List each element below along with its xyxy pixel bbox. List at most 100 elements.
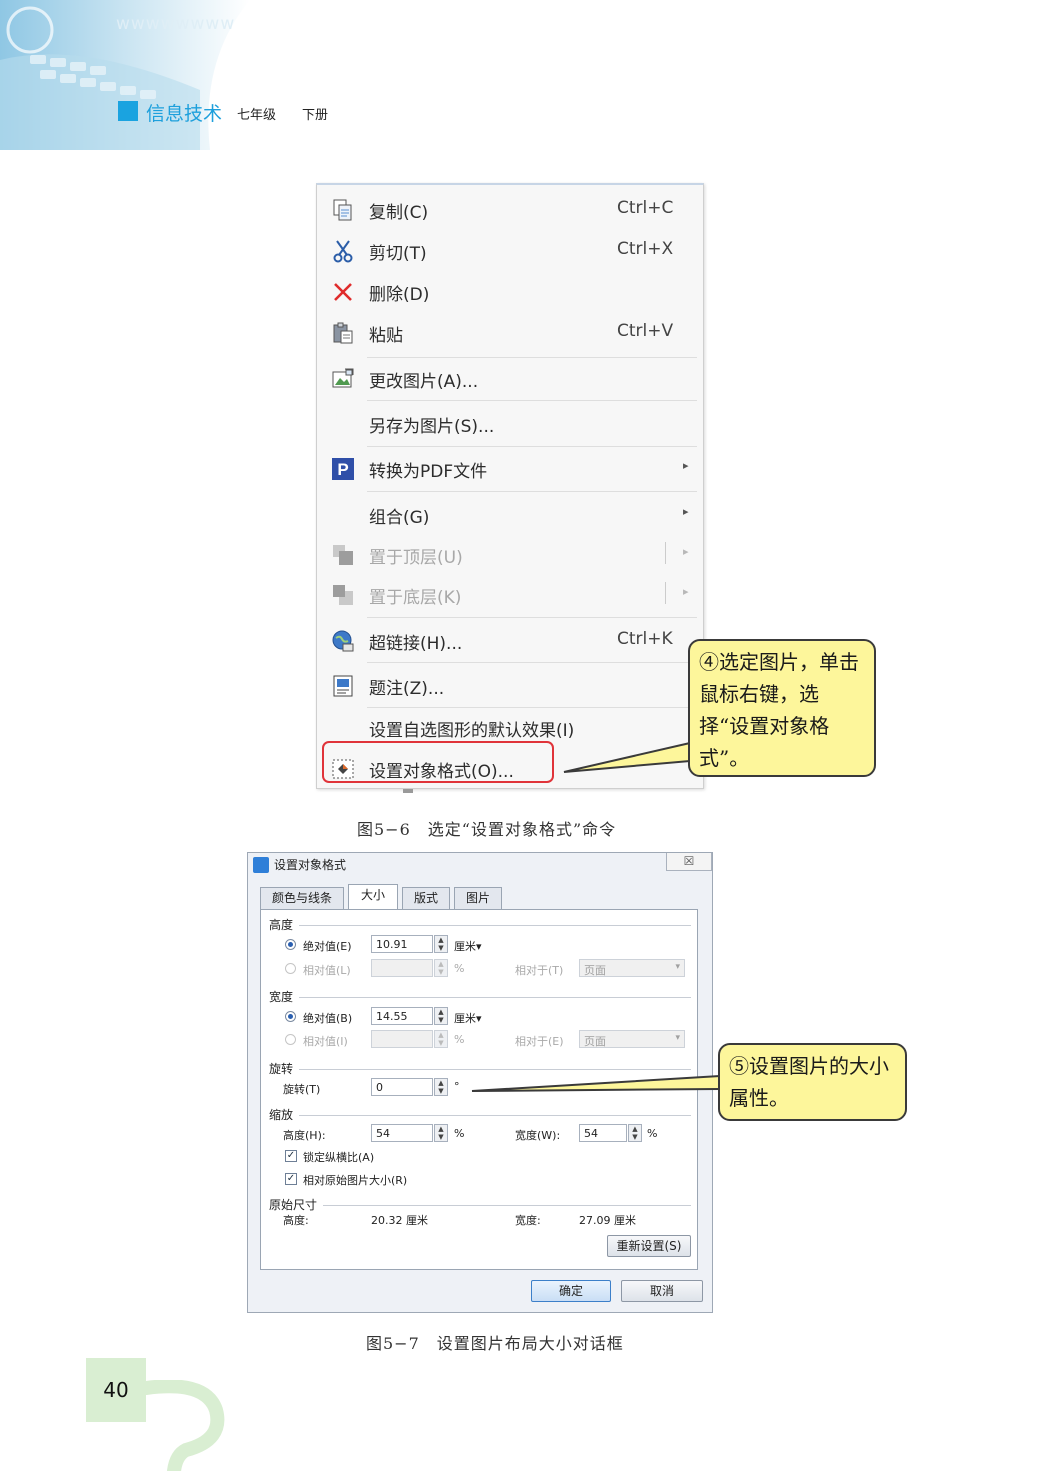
tab-color-and-lines[interactable]: 颜色与线条 bbox=[260, 887, 344, 909]
menu-separator bbox=[367, 400, 697, 401]
width-absolute-input[interactable]: 14.55 bbox=[371, 1007, 433, 1025]
scale-width-label: 宽度(W): bbox=[515, 1129, 561, 1142]
group-label-height: 高度 bbox=[269, 918, 294, 932]
menu-item-change-picture[interactable]: 更改图片(A)... bbox=[317, 359, 703, 397]
unit-dropdown[interactable]: 厘米▾ bbox=[454, 1010, 482, 1026]
cancel-button[interactable]: 取消 bbox=[621, 1280, 703, 1302]
radio-width-relative bbox=[285, 1034, 296, 1045]
menu-item-caption[interactable]: 题注(Z)... bbox=[317, 666, 703, 704]
header-banner-text: wwwwwwww bbox=[116, 14, 236, 34]
height-spinner[interactable]: ▲ ▼ bbox=[434, 935, 448, 953]
submenu-arrow-icon: ▸ bbox=[683, 459, 689, 472]
menu-item-label: 题注(Z)... bbox=[369, 679, 445, 699]
callout-step-4: ④选定图片，单击鼠标右键，选择“设置对象格式”。 bbox=[688, 639, 876, 777]
svg-text:P: P bbox=[337, 460, 348, 479]
rotate-spinner[interactable]: ▲ ▼ bbox=[434, 1078, 448, 1096]
context-menu: 复制(C) Ctrl+C 剪切(T) Ctrl+X 删除(D) 粘贴 Ctrl+… bbox=[316, 183, 704, 793]
checkbox-label: 锁定纵横比(A) bbox=[303, 1151, 375, 1164]
menu-item-label: 删除(D) bbox=[369, 285, 430, 305]
group-divider bbox=[299, 925, 691, 926]
original-height-value: 20.32 厘米 bbox=[371, 1214, 428, 1227]
tab-layout[interactable]: 版式 bbox=[402, 887, 450, 909]
highlight-box bbox=[322, 741, 554, 783]
rotate-input[interactable]: 0 bbox=[371, 1078, 433, 1096]
menu-item-label: 置于顶层(U) bbox=[369, 548, 463, 568]
radio-height-absolute[interactable] bbox=[285, 939, 296, 950]
menu-resize-grip bbox=[403, 789, 413, 793]
height-absolute-input[interactable]: 10.91 bbox=[371, 935, 433, 953]
relative-original-checkbox[interactable]: ✓ bbox=[285, 1173, 297, 1185]
menu-item-hyperlink[interactable]: 超链接(H)... Ctrl+K bbox=[317, 621, 703, 659]
wps-writer-icon bbox=[253, 857, 269, 873]
tab-size[interactable]: 大小 bbox=[348, 884, 398, 910]
menu-item-copy[interactable]: 复制(C) Ctrl+C bbox=[317, 190, 703, 228]
radio-label: 绝对值(B) bbox=[303, 1012, 353, 1025]
scale-width-spinner[interactable]: ▲ ▼ bbox=[628, 1124, 642, 1142]
page-number: 40 bbox=[86, 1358, 146, 1422]
relative-to-label: 相对于(E) bbox=[515, 1035, 564, 1048]
group-label-rotate: 旋转 bbox=[269, 1062, 294, 1076]
send-to-back-icon bbox=[333, 585, 353, 605]
percent-unit: % bbox=[454, 1033, 465, 1046]
menu-split-divider bbox=[665, 582, 666, 604]
rotate-label: 旋转(T) bbox=[283, 1083, 321, 1096]
scale-height-input[interactable]: 54 bbox=[371, 1124, 433, 1142]
select-value: 页面 bbox=[584, 964, 606, 977]
group-label-original: 原始尺寸 bbox=[269, 1198, 318, 1212]
spinner-disabled: ▲ ▼ bbox=[434, 959, 448, 977]
dialog-title: 设置对象格式 bbox=[274, 858, 347, 872]
chevron-down-icon: ▾ bbox=[675, 962, 680, 972]
figure-caption-5-7: 图5−7 设置图片布局大小对话框 bbox=[366, 1334, 624, 1353]
lock-aspect-checkbox[interactable]: ✓ bbox=[285, 1150, 297, 1162]
figure-caption-5-6: 图5−6 选定“设置对象格式”命令 bbox=[357, 820, 617, 839]
percent-unit: % bbox=[647, 1127, 658, 1140]
menu-item-bring-to-front: 置于顶层(U) ▸ bbox=[317, 535, 703, 573]
group-divider bbox=[299, 997, 691, 998]
callout-step-5: ⑤设置图片的大小属性。 bbox=[718, 1043, 907, 1121]
original-width-label: 宽度: bbox=[515, 1214, 541, 1227]
menu-item-group[interactable]: 组合(G) ▸ bbox=[317, 495, 703, 533]
unit-dropdown[interactable]: 厘米▾ bbox=[454, 938, 482, 954]
ok-button[interactable]: 确定 bbox=[531, 1280, 611, 1302]
menu-separator bbox=[367, 662, 697, 663]
menu-item-shortcut: Ctrl+V bbox=[617, 321, 674, 341]
original-width-value: 27.09 厘米 bbox=[579, 1214, 636, 1227]
menu-item-convert-pdf[interactable]: P 转换为PDF文件 ▸ bbox=[317, 449, 703, 487]
menu-separator bbox=[367, 446, 697, 447]
pdf-p-icon: P bbox=[332, 458, 354, 480]
menu-item-cut[interactable]: 剪切(T) Ctrl+X bbox=[317, 231, 703, 269]
hyperlink-globe-icon bbox=[332, 630, 354, 652]
header-grade: 七年级 bbox=[237, 108, 277, 123]
radio-height-relative bbox=[285, 963, 296, 974]
width-relative-input bbox=[371, 1030, 433, 1048]
scale-width-input[interactable]: 54 bbox=[579, 1124, 627, 1142]
menu-item-label: 复制(C) bbox=[369, 203, 429, 223]
delete-x-icon bbox=[334, 283, 352, 301]
reset-button[interactable]: 重新设置(S) bbox=[607, 1235, 691, 1257]
header-color-mark bbox=[118, 101, 138, 121]
degree-unit: ° bbox=[454, 1080, 460, 1093]
menu-item-delete[interactable]: 删除(D) bbox=[317, 272, 703, 310]
radio-width-absolute[interactable] bbox=[285, 1011, 296, 1022]
callout-pointer bbox=[563, 742, 691, 773]
menu-item-save-as-picture[interactable]: 另存为图片(S)... bbox=[317, 404, 703, 442]
height-relative-input bbox=[371, 959, 433, 977]
percent-unit: % bbox=[454, 1127, 465, 1140]
tab-picture[interactable]: 图片 bbox=[454, 887, 502, 909]
menu-item-paste[interactable]: 粘贴 Ctrl+V bbox=[317, 313, 703, 351]
submenu-arrow-icon: ▸ bbox=[683, 505, 689, 518]
menu-item-shortcut: Ctrl+C bbox=[617, 198, 674, 218]
menu-item-send-to-back: 置于底层(K) ▸ bbox=[317, 575, 703, 613]
change-picture-icon bbox=[332, 368, 354, 388]
scale-height-spinner[interactable]: ▲ ▼ bbox=[434, 1124, 448, 1142]
menu-item-label: 更改图片(A)... bbox=[369, 372, 479, 392]
group-label-width: 宽度 bbox=[269, 990, 294, 1004]
menu-item-shortcut: Ctrl+K bbox=[617, 629, 673, 649]
caption-icon bbox=[333, 675, 353, 697]
page-corner-decoration bbox=[146, 1380, 225, 1471]
width-spinner[interactable]: ▲ ▼ bbox=[434, 1007, 448, 1025]
menu-separator bbox=[367, 617, 697, 618]
percent-unit: % bbox=[454, 962, 465, 975]
menu-item-label: 组合(G) bbox=[369, 508, 430, 528]
close-button[interactable]: ☒ bbox=[666, 853, 712, 871]
